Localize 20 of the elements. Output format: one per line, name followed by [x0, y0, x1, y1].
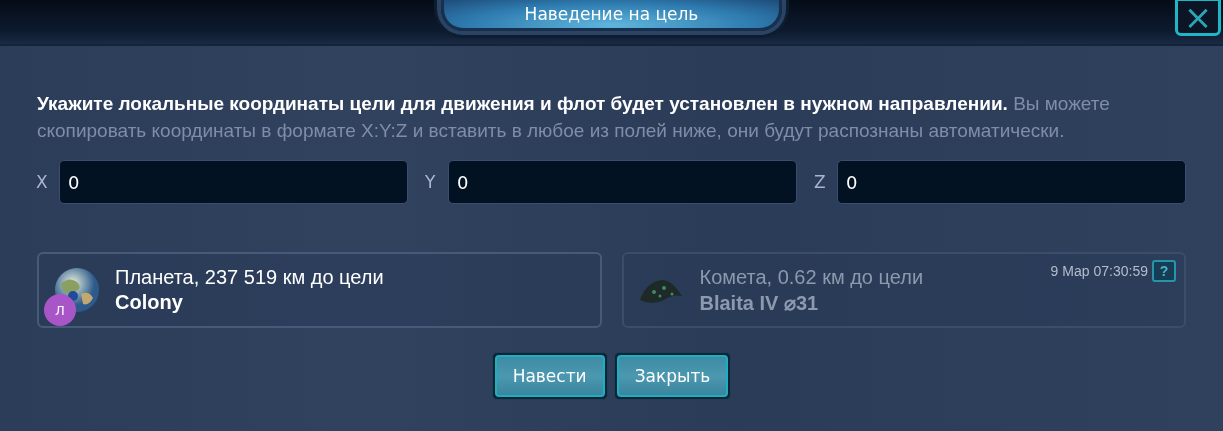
field-label: X	[36, 172, 49, 192]
dialog-button[interactable]: Закрыть	[616, 355, 729, 397]
help-button[interactable]: ?	[1152, 260, 1176, 282]
close-button[interactable]: ×	[1175, 0, 1221, 36]
dialog-button[interactable]: Навести	[494, 355, 605, 397]
distance-text: Планета, 237 519 км до цели	[115, 266, 385, 289]
owner-badge: Л	[44, 294, 76, 326]
target-name: Blaita IV ⌀31	[699, 290, 820, 315]
target-card[interactable]: Л Планета, 237 519 км до цели Colony	[37, 252, 602, 328]
window-title: Наведение на цель	[524, 4, 699, 24]
timestamp: 9 Мар 07:30:59	[1050, 263, 1148, 279]
coordinate-field[interactable]: 0	[59, 160, 408, 204]
field-label: Y	[425, 172, 437, 192]
field-label: Z	[814, 172, 827, 192]
coordinate-field[interactable]: 0	[837, 160, 1186, 204]
target-card[interactable]: Комета, 0.62 км до цели Blaita IV ⌀31 9 Мар 07:30:59 ?	[621, 252, 1186, 328]
target-name: Colony	[115, 291, 184, 314]
coordinate-field[interactable]: 0	[448, 160, 797, 204]
distance-text: Комета, 0.62 км до цели	[699, 265, 925, 289]
instruction-text: Укажите локальные координаты цели для движения и флот будет установлен в нужном направлении. Вы можете скопировать координаты в формате X:Y:Z и вставить в любое из полей ниже, они будут распознаны автоматически.	[37, 92, 1111, 143]
